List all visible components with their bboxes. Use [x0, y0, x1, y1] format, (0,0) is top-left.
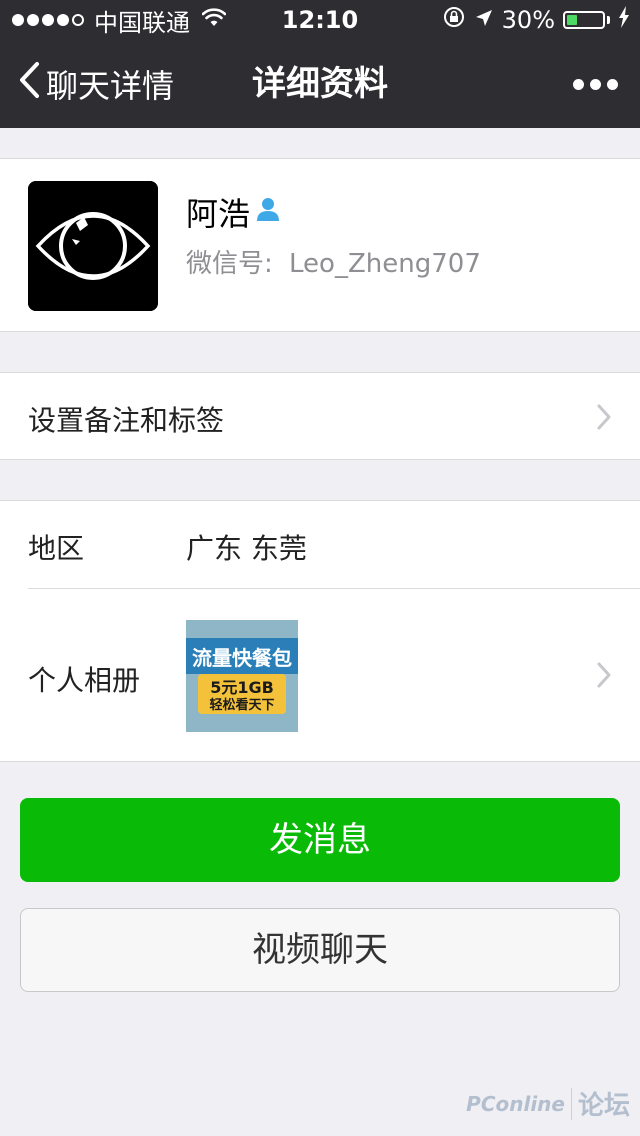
divider	[28, 588, 640, 589]
back-button[interactable]: 聊天详情	[18, 40, 174, 128]
battery-percent: 30%	[501, 6, 555, 34]
more-dot-icon	[607, 78, 618, 90]
album-thumbnail[interactable]: 流量快餐包 5元1GB 轻松看天下	[186, 620, 298, 732]
chevron-left-icon	[18, 61, 46, 107]
video-call-button[interactable]: 视频聊天	[20, 908, 620, 992]
status-bar: 中国联通 12:10 30%	[0, 0, 640, 40]
album-label: 个人相册	[28, 664, 141, 697]
location-arrow-icon	[474, 6, 494, 34]
album-thumb-line3: 轻松看天下	[209, 698, 275, 713]
watermark: PConline 论坛	[466, 1085, 630, 1122]
region-value: 广东 东莞	[186, 532, 307, 565]
profile-name: 阿浩	[186, 195, 251, 233]
profile-name-row: 阿浩	[186, 189, 282, 235]
info-section: 地区 广东 东莞 个人相册 流量快餐包 5元1GB 轻松看天下	[0, 500, 640, 762]
avatar[interactable]	[28, 181, 158, 311]
profile-card: 阿浩 微信号: Leo_Zheng707	[0, 158, 640, 332]
remark-and-tags-row[interactable]: 设置备注和标签	[0, 372, 640, 460]
watermark-forum: 论坛	[577, 1091, 630, 1121]
charging-bolt-icon	[618, 6, 630, 34]
wechat-id: 微信号: Leo_Zheng707	[186, 243, 481, 280]
region-label: 地区	[28, 532, 85, 565]
send-message-button[interactable]: 发消息	[20, 798, 620, 882]
status-right: 30%	[442, 0, 630, 40]
battery-tip	[607, 16, 610, 24]
watermark-divider	[570, 1087, 572, 1120]
wechat-id-label: 微信号:	[186, 249, 273, 279]
nav-bar: 聊天详情 详细资料	[0, 40, 640, 128]
wechat-id-value: Leo_Zheng707	[289, 249, 481, 279]
watermark-brand: PConline	[466, 1091, 565, 1116]
rotation-lock-icon	[442, 5, 466, 35]
contact-person-icon	[254, 193, 282, 231]
album-thumb-line1: 流量快餐包	[192, 646, 292, 670]
more-dot-icon	[590, 78, 601, 90]
remark-and-tags-label: 设置备注和标签	[28, 404, 225, 437]
more-dot-icon	[573, 78, 584, 90]
chevron-right-icon	[596, 661, 612, 693]
more-options-button[interactable]	[573, 40, 618, 128]
back-label: 聊天详情	[46, 67, 175, 105]
chevron-right-icon	[596, 403, 612, 435]
battery-icon	[563, 11, 605, 29]
